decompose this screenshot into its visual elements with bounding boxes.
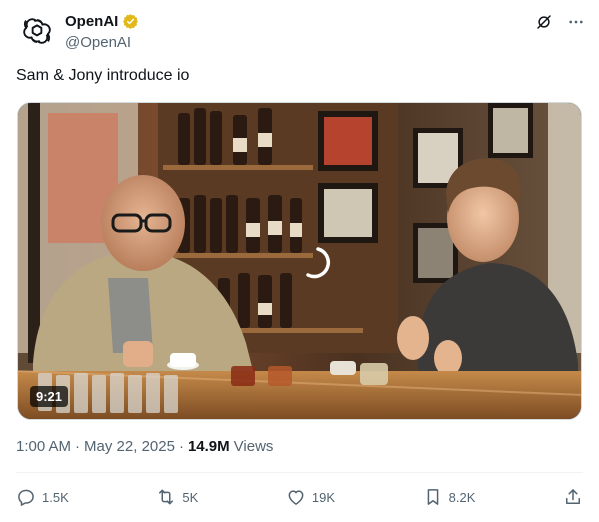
header-actions bbox=[534, 12, 586, 32]
share-icon bbox=[565, 489, 580, 504]
like-count: 19K bbox=[311, 489, 336, 505]
openai-logo-icon bbox=[23, 18, 51, 44]
verified-badge-icon[interactable] bbox=[122, 13, 139, 30]
user-handle[interactable]: @OpenAI bbox=[65, 34, 131, 51]
reply-icon bbox=[18, 489, 34, 506]
video-frame bbox=[18, 103, 581, 419]
divider bbox=[16, 472, 583, 473]
display-name[interactable]: OpenAI bbox=[65, 13, 118, 30]
reply-button[interactable]: 1.5K bbox=[16, 487, 69, 507]
bookmark-count: 8.2K bbox=[448, 489, 476, 505]
tweet-text: Sam & Jony introduce io bbox=[16, 67, 190, 84]
name-row: OpenAI bbox=[65, 13, 139, 30]
video-duration: 9:21 bbox=[30, 386, 69, 407]
heart-icon bbox=[288, 490, 304, 505]
tweet-date[interactable]: May 22, 2025 bbox=[84, 438, 175, 455]
tweet-meta: 1:00 AM · May 22, 2025 · 14.9M Views bbox=[16, 438, 273, 455]
reply-count: 1.5K bbox=[42, 489, 69, 505]
repost-icon bbox=[159, 489, 174, 505]
like-button[interactable]: 19K bbox=[286, 487, 335, 507]
repost-count: 5K bbox=[182, 489, 199, 505]
views-label: Views bbox=[233, 438, 274, 455]
meta-separator: · bbox=[178, 438, 184, 455]
avatar[interactable] bbox=[20, 14, 54, 48]
meta-separator: · bbox=[75, 438, 81, 455]
share-button[interactable] bbox=[563, 487, 583, 507]
more-icon[interactable] bbox=[566, 12, 586, 32]
views-count[interactable]: 14.9M bbox=[188, 438, 230, 455]
video-player[interactable]: 9:21 bbox=[17, 102, 582, 420]
tweet-header: OpenAI @OpenAI bbox=[16, 10, 586, 54]
bookmark-icon bbox=[427, 489, 438, 505]
bookmark-button[interactable]: 8.2K bbox=[423, 487, 476, 507]
action-bar: 1.5K 5K 19K 8.2K bbox=[16, 484, 583, 510]
grok-icon[interactable] bbox=[534, 12, 554, 32]
repost-button[interactable]: 5K bbox=[156, 487, 198, 507]
tweet-time[interactable]: 1:00 AM bbox=[16, 438, 71, 455]
